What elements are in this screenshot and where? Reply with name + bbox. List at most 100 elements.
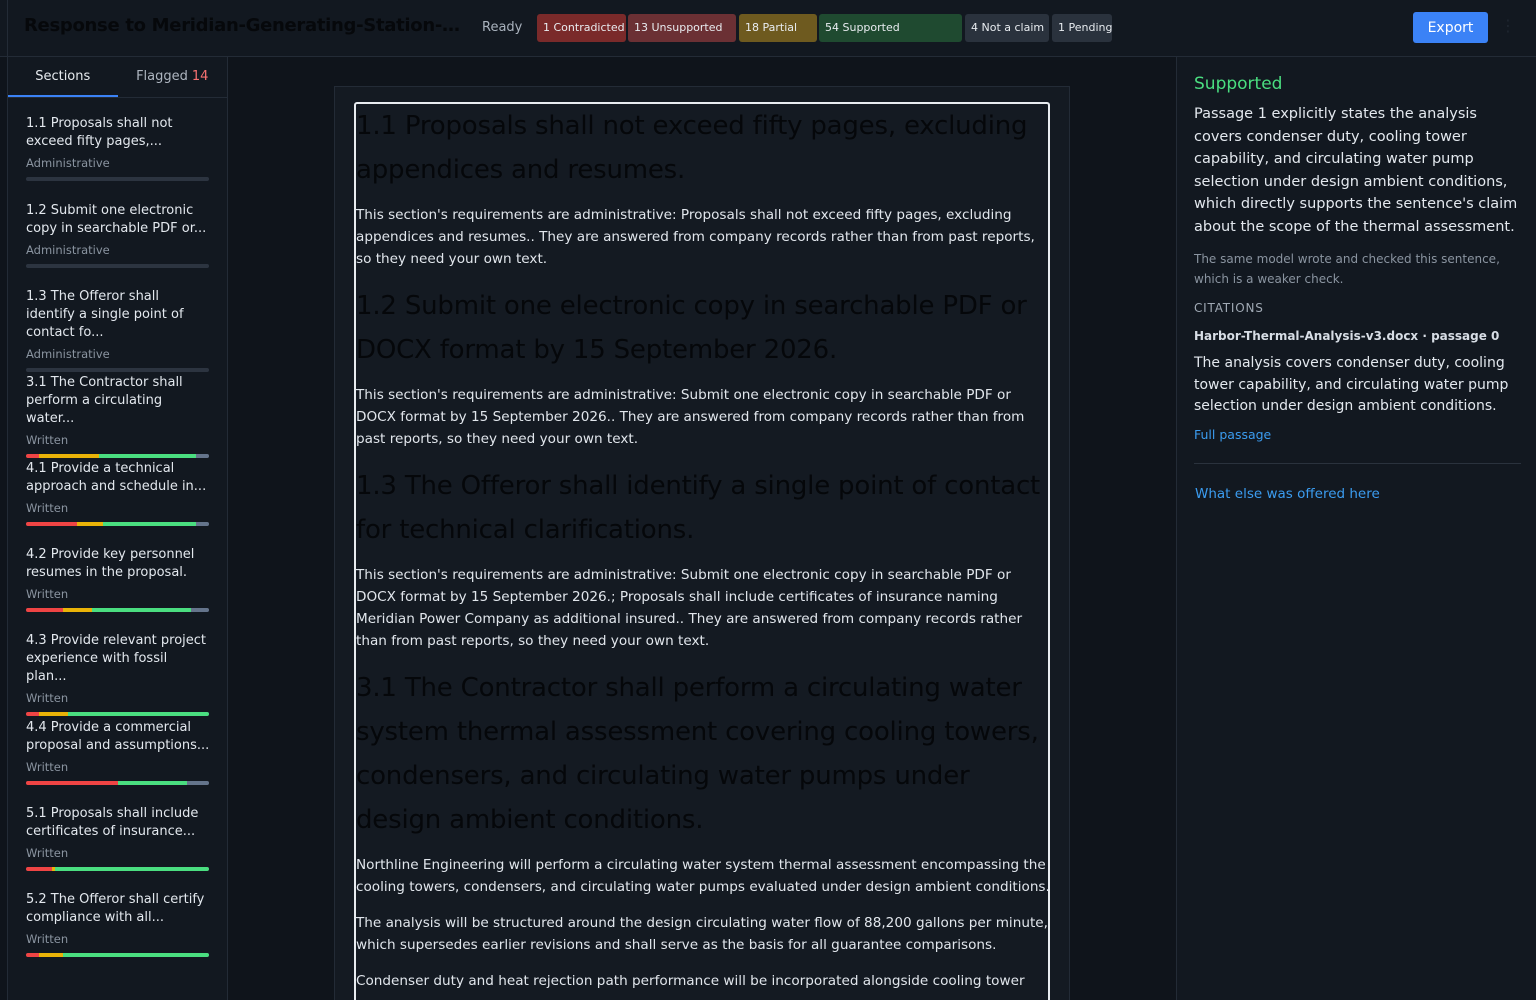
self-check-note: The same model wrote and checked this se… [1194, 252, 1500, 286]
progress-segment [102, 522, 197, 526]
sidebar-tabs: Sections Flagged 14 [8, 57, 227, 98]
document-page[interactable]: 1.1 Proposals shall not exceed fifty pag… [354, 102, 1050, 1000]
section-item[interactable]: 5.1 Proposals shall include certificates… [26, 805, 210, 871]
verdict-progress-bar [26, 454, 209, 458]
progress-segment [62, 608, 92, 612]
tab-sections-label: Sections [35, 69, 91, 84]
verdict-progress-bar [26, 781, 209, 785]
progress-segment [187, 781, 209, 785]
paragraph[interactable]: Condenser duty and heat rejection path p… [356, 970, 1048, 992]
full-passage-link[interactable]: Full passage [1194, 427, 1271, 442]
verdict-progress-bar [26, 177, 209, 181]
tab-sections[interactable]: Sections [8, 57, 118, 97]
progress-segment [55, 867, 209, 871]
section-title: 4.3 Provide relevant project experience … [26, 633, 207, 684]
verdict-progress-bar [26, 368, 209, 372]
section-category: Written [26, 501, 69, 515]
document-content: 1.1 Proposals shall not exceed fifty pag… [356, 104, 1048, 1000]
kebab-icon[interactable]: ⋮ [1500, 16, 1516, 35]
section-heading: 3.1 The Contractor shall perform a circu… [356, 673, 1039, 835]
section-heading: 1.1 Proposals shall not exceed fifty pag… [356, 111, 1028, 185]
tab-flagged[interactable]: Flagged 14 [118, 57, 228, 97]
section-item[interactable]: 1.2 Submit one electronic copy in search… [26, 202, 210, 268]
verdict-progress-bar [26, 712, 209, 716]
progress-segment [26, 867, 52, 871]
section-category: Written [26, 846, 69, 860]
verdict-progress-bar [26, 608, 209, 612]
verdict-progress-bar [26, 522, 209, 526]
section-title: 1.3 The Offeror shall identify a single … [26, 289, 184, 340]
section-heading: 1.3 The Offeror shall identify a single … [356, 471, 1041, 545]
paragraph[interactable]: The analysis will be structured around t… [356, 912, 1048, 956]
paragraph[interactable]: This section's requirements are administ… [356, 564, 1048, 652]
progress-segment [26, 712, 39, 716]
section-title: 1.1 Proposals shall not exceed fifty pag… [26, 116, 173, 149]
section-item[interactable]: 1.1 Proposals shall not exceed fifty pag… [26, 115, 210, 181]
verdict-chip[interactable]: 1 Contradicted [537, 14, 626, 42]
progress-segment [196, 454, 209, 458]
verdict-chip[interactable]: 18 Partial [739, 14, 817, 42]
progress-segment [26, 953, 39, 957]
citations-heading: CITATIONS [1194, 301, 1264, 315]
progress-segment [91, 608, 191, 612]
verdict-chip[interactable]: 4 Not a claim [965, 14, 1049, 42]
section-title: 1.2 Submit one electronic copy in search… [26, 203, 207, 236]
section-item[interactable]: 3.1 The Contractor shall perform a circu… [26, 374, 210, 458]
tab-flagged-label: Flagged [136, 69, 188, 84]
section-category: Administrative [26, 243, 110, 257]
progress-segment [26, 781, 118, 785]
section-category: Written [26, 760, 69, 774]
section-category: Written [26, 587, 69, 601]
section-item[interactable]: 1.3 The Offeror shall identify a single … [26, 288, 210, 372]
top-bar: Response to Meridian-Generating-Station-… [0, 0, 1536, 57]
document-title: Response to Meridian-Generating-Station-… [24, 15, 472, 36]
flagged-count-badge: 14 [191, 69, 209, 84]
progress-segment [190, 608, 209, 612]
export-button[interactable]: Export [1413, 12, 1488, 43]
paragraph[interactable]: Northline Engineering will perform a cir… [356, 854, 1048, 898]
citation-text: The analysis covers condenser duty, cool… [1194, 355, 1509, 414]
section-title: 3.1 The Contractor shall perform a circu… [26, 375, 183, 426]
section-title: 5.2 The Offeror shall certify compliance… [26, 892, 205, 925]
section-item[interactable]: 4.1 Provide a technical approach and sch… [26, 460, 210, 526]
other-offers-link[interactable]: What else was offered here [1195, 486, 1380, 502]
section-category: Written [26, 691, 69, 705]
sections-sidebar: Sections Flagged 14 1.1 Proposals shall n… [8, 57, 228, 1000]
progress-segment [196, 522, 209, 526]
detail-divider [1194, 463, 1521, 464]
verdict-chip[interactable]: 13 Unsupported [628, 14, 736, 42]
section-heading: 1.2 Submit one electronic copy in search… [356, 291, 1027, 365]
progress-segment [117, 781, 188, 785]
section-item[interactable]: 4.3 Provide relevant project experience … [26, 632, 210, 716]
section-category: Written [26, 433, 69, 447]
progress-segment [62, 953, 209, 957]
paragraph[interactable]: This section's requirements are administ… [356, 384, 1048, 450]
progress-segment [77, 522, 103, 526]
section-category: Administrative [26, 156, 110, 170]
section-category: Administrative [26, 347, 110, 361]
progress-segment [26, 522, 78, 526]
verdict-progress-bar [26, 953, 209, 957]
section-title: 4.1 Provide a technical approach and sch… [26, 461, 207, 494]
section-item[interactable]: 4.4 Provide a commercial proposal and as… [26, 719, 210, 785]
progress-segment [38, 712, 69, 716]
progress-segment [99, 454, 197, 458]
progress-segment [68, 712, 209, 716]
verdict-chip[interactable]: 54 Supported [819, 14, 962, 42]
verdict-explanation: Passage 1 explicitly states the analysis… [1194, 106, 1518, 235]
verdict-progress-bar [26, 264, 209, 268]
progress-segment [38, 454, 100, 458]
citation-source: Harbor-Thermal-Analysis-v3.docx · passag… [1194, 329, 1500, 343]
verdict-chip[interactable]: 1 Pending [1052, 14, 1112, 42]
verdict-progress-bar [26, 867, 209, 871]
section-category: Written [26, 932, 69, 946]
claim-detail-panel: Supported Passage 1 explicitly states th… [1176, 57, 1536, 1000]
section-item[interactable]: 5.2 The Offeror shall certify compliance… [26, 891, 210, 957]
paragraph[interactable]: This section's requirements are administ… [356, 204, 1048, 270]
verdict-label: Supported [1194, 74, 1283, 94]
progress-segment [26, 454, 39, 458]
section-title: 5.1 Proposals shall include certificates… [26, 806, 199, 839]
section-title: 4.2 Provide key personnel resumes in the… [26, 547, 195, 580]
section-item[interactable]: 4.2 Provide key personnel resumes in the… [26, 546, 210, 612]
status-label: Ready [482, 20, 523, 35]
